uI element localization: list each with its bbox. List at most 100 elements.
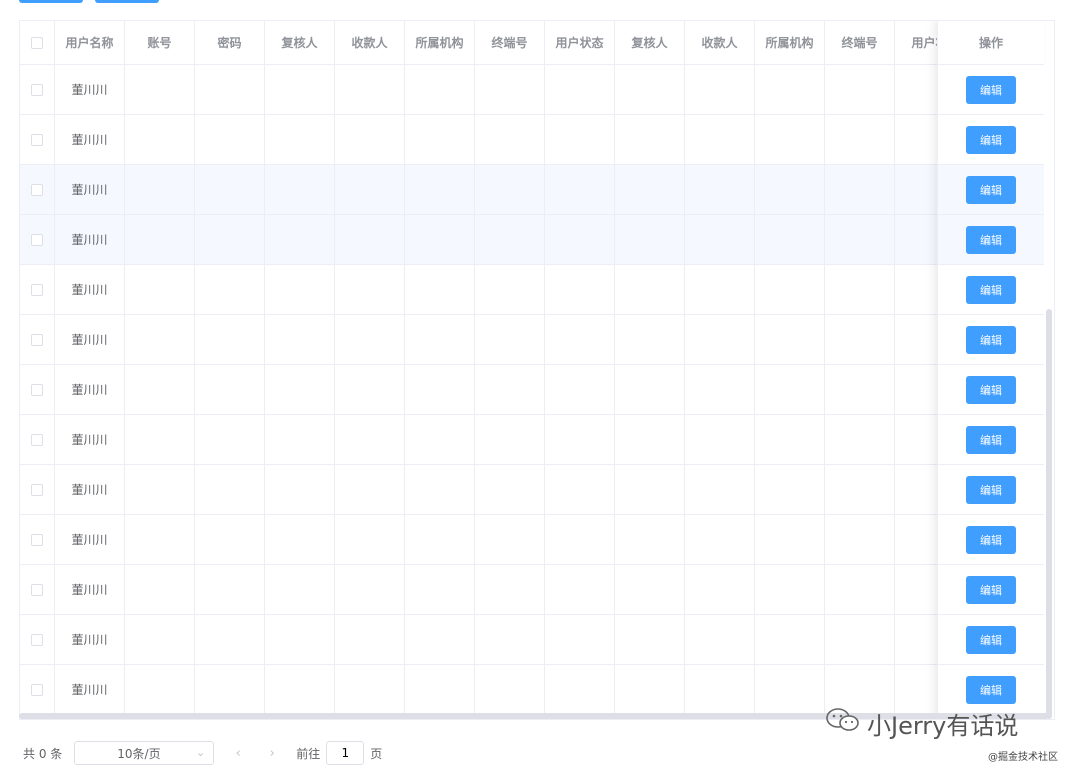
row-checkbox[interactable] xyxy=(31,633,43,646)
row-checkbox[interactable] xyxy=(31,183,43,196)
cell-empty xyxy=(685,565,755,614)
table-row[interactable]: 董川川 xyxy=(20,515,1054,565)
row-select[interactable] xyxy=(20,65,55,114)
row-checkbox[interactable] xyxy=(31,583,43,596)
header-payee[interactable]: 收款人 xyxy=(335,21,405,64)
table-row[interactable]: 董川川 xyxy=(20,215,1054,265)
vertical-scrollbar[interactable] xyxy=(1044,64,1054,719)
edit-button[interactable]: 编辑 xyxy=(966,475,1016,504)
header-account[interactable]: 账号 xyxy=(125,21,195,64)
edit-button[interactable]: 编辑 xyxy=(966,625,1016,654)
cell-empty xyxy=(825,65,895,114)
edit-button[interactable]: 编辑 xyxy=(966,125,1016,154)
table-row[interactable]: 董川川 xyxy=(20,265,1054,315)
row-select[interactable] xyxy=(20,115,55,164)
row-select[interactable] xyxy=(20,565,55,614)
cell-empty xyxy=(335,615,405,664)
row-select[interactable] xyxy=(20,615,55,664)
cell-empty xyxy=(545,365,615,414)
cell-empty xyxy=(405,215,475,264)
header-payee-2[interactable]: 收款人 xyxy=(685,21,755,64)
row-select[interactable] xyxy=(20,365,55,414)
header-username[interactable]: 用户名称 xyxy=(55,21,125,64)
edit-button[interactable]: 编辑 xyxy=(966,575,1016,604)
row-checkbox[interactable] xyxy=(31,233,43,246)
cell-empty xyxy=(335,215,405,264)
row-checkbox[interactable] xyxy=(31,383,43,396)
chevron-right-icon[interactable]: › xyxy=(262,746,282,761)
cell-empty xyxy=(125,315,195,364)
header-reviewer-2[interactable]: 复核人 xyxy=(615,21,685,64)
row-checkbox[interactable] xyxy=(31,133,43,146)
chevron-left-icon[interactable]: ‹ xyxy=(228,746,248,761)
table-row[interactable]: 董川川 xyxy=(20,415,1054,465)
goto-page-input[interactable] xyxy=(326,741,365,765)
header-password[interactable]: 密码 xyxy=(195,21,265,64)
row-checkbox[interactable] xyxy=(31,433,43,446)
page-size-value: 10条/页 xyxy=(117,746,161,761)
row-checkbox[interactable] xyxy=(31,483,43,496)
vertical-scrollbar-thumb[interactable] xyxy=(1046,309,1052,719)
row-select[interactable] xyxy=(20,465,55,514)
edit-button[interactable]: 编辑 xyxy=(966,225,1016,254)
page-size-select[interactable]: 10条/页 ⌄ xyxy=(74,741,215,765)
table-row[interactable]: 董川川 xyxy=(20,165,1054,215)
cell-empty xyxy=(615,265,685,314)
edit-button[interactable]: 编辑 xyxy=(966,325,1016,354)
table-row[interactable]: 董川川 xyxy=(20,465,1054,515)
table-row[interactable]: 董川川 xyxy=(20,65,1054,115)
cell-empty xyxy=(475,515,545,564)
cell-empty xyxy=(265,265,335,314)
toolbar-button-2[interactable] xyxy=(95,0,159,3)
row-checkbox[interactable] xyxy=(31,283,43,296)
table-row[interactable]: 董川川 xyxy=(20,115,1054,165)
edit-button[interactable]: 编辑 xyxy=(966,175,1016,204)
edit-button[interactable]: 编辑 xyxy=(966,425,1016,454)
table-row[interactable]: 董川川 xyxy=(20,365,1054,415)
cell-empty xyxy=(195,315,265,364)
cell-empty xyxy=(825,565,895,614)
row-select[interactable] xyxy=(20,415,55,464)
table-row[interactable]: 董川川 xyxy=(20,565,1054,615)
table-row[interactable]: 董川川 xyxy=(20,615,1054,665)
cell-empty xyxy=(825,265,895,314)
table-header: 用户名称 账号 密码 复核人 收款人 所属机构 终端号 用户状态 复核人 收款人… xyxy=(20,21,1054,65)
cell-empty xyxy=(545,315,615,364)
header-organization-2[interactable]: 所属机构 xyxy=(755,21,825,64)
row-checkbox[interactable] xyxy=(31,333,43,346)
row-checkbox[interactable] xyxy=(31,83,43,96)
cell-empty xyxy=(685,215,755,264)
cell-empty xyxy=(335,265,405,314)
header-terminal-2[interactable]: 终端号 xyxy=(825,21,895,64)
header-terminal[interactable]: 终端号 xyxy=(475,21,545,64)
header-user-status[interactable]: 用户状态 xyxy=(545,21,615,64)
toolbar-button-1[interactable] xyxy=(19,0,83,3)
row-checkbox[interactable] xyxy=(31,533,43,546)
watermark-text: 小Jerry有话说 xyxy=(867,712,1019,740)
row-select[interactable] xyxy=(20,315,55,364)
row-select[interactable] xyxy=(20,665,55,714)
cell-empty xyxy=(475,315,545,364)
edit-button[interactable]: 编辑 xyxy=(966,375,1016,404)
edit-button[interactable]: 编辑 xyxy=(966,675,1016,704)
row-select[interactable] xyxy=(20,215,55,264)
select-all-checkbox[interactable] xyxy=(31,36,43,49)
cell-empty xyxy=(125,515,195,564)
table-row[interactable]: 董川川 xyxy=(20,315,1054,365)
header-reviewer[interactable]: 复核人 xyxy=(265,21,335,64)
cell-empty xyxy=(685,115,755,164)
cell-empty xyxy=(685,415,755,464)
row-select[interactable] xyxy=(20,165,55,214)
header-select-all[interactable] xyxy=(20,21,55,64)
edit-button[interactable]: 编辑 xyxy=(966,75,1016,104)
row-checkbox[interactable] xyxy=(31,683,43,696)
goto-label: 前往 xyxy=(296,746,321,761)
cell-empty xyxy=(195,65,265,114)
header-organization[interactable]: 所属机构 xyxy=(405,21,475,64)
edit-button[interactable]: 编辑 xyxy=(966,525,1016,554)
row-select[interactable] xyxy=(20,515,55,564)
edit-button[interactable]: 编辑 xyxy=(966,275,1016,304)
row-select[interactable] xyxy=(20,265,55,314)
cell-empty xyxy=(545,165,615,214)
page-suffix: 页 xyxy=(370,746,383,761)
